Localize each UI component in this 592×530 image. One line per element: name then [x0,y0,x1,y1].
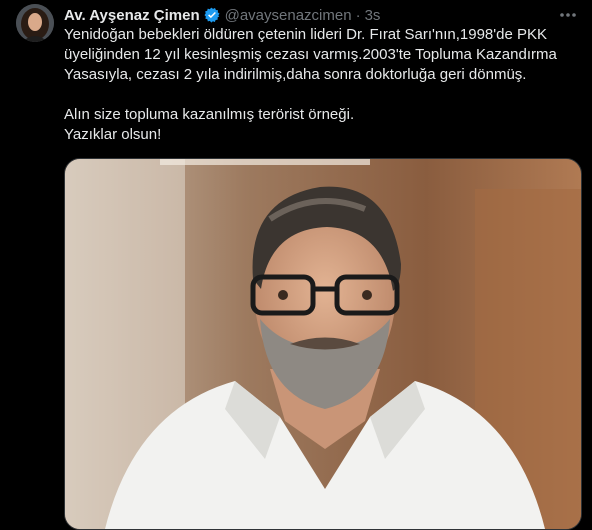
tweet-time[interactable]: 3s [365,7,381,24]
more-options-icon[interactable] [558,6,578,24]
tweet-header: Av. Ayşenaz Çimen @avaysenazcimen · 3s [64,5,380,25]
tweet-text-line: üyeliğinden 12 yıl kesinleşmiş cezası va… [64,46,557,63]
author-handle[interactable]: @avaysenazcimen [225,7,352,24]
tweet-text-line: Alın size topluma kazanılmış terörist ör… [64,106,355,123]
tweet-photo[interactable] [64,158,582,530]
separator-dot: · [355,6,361,24]
tweet-text-line: Yasasıyla, cezası 2 yıla indirilmiş,daha… [64,66,527,83]
photo-portrait-man [65,159,581,529]
avatar[interactable] [16,4,54,42]
tweet[interactable]: Av. Ayşenaz Çimen @avaysenazcimen · 3s Y… [0,0,592,530]
tweet-text-line: Yenidoğan bebekleri öldüren çetenin lide… [64,26,547,43]
author-name[interactable]: Av. Ayşenaz Çimen [64,7,200,24]
tweet-text: Yenidoğan bebekleri öldüren çetenin lide… [64,25,580,145]
verified-badge-icon[interactable] [203,6,221,24]
tweet-text-line: Yazıklar olsun! [64,126,162,143]
